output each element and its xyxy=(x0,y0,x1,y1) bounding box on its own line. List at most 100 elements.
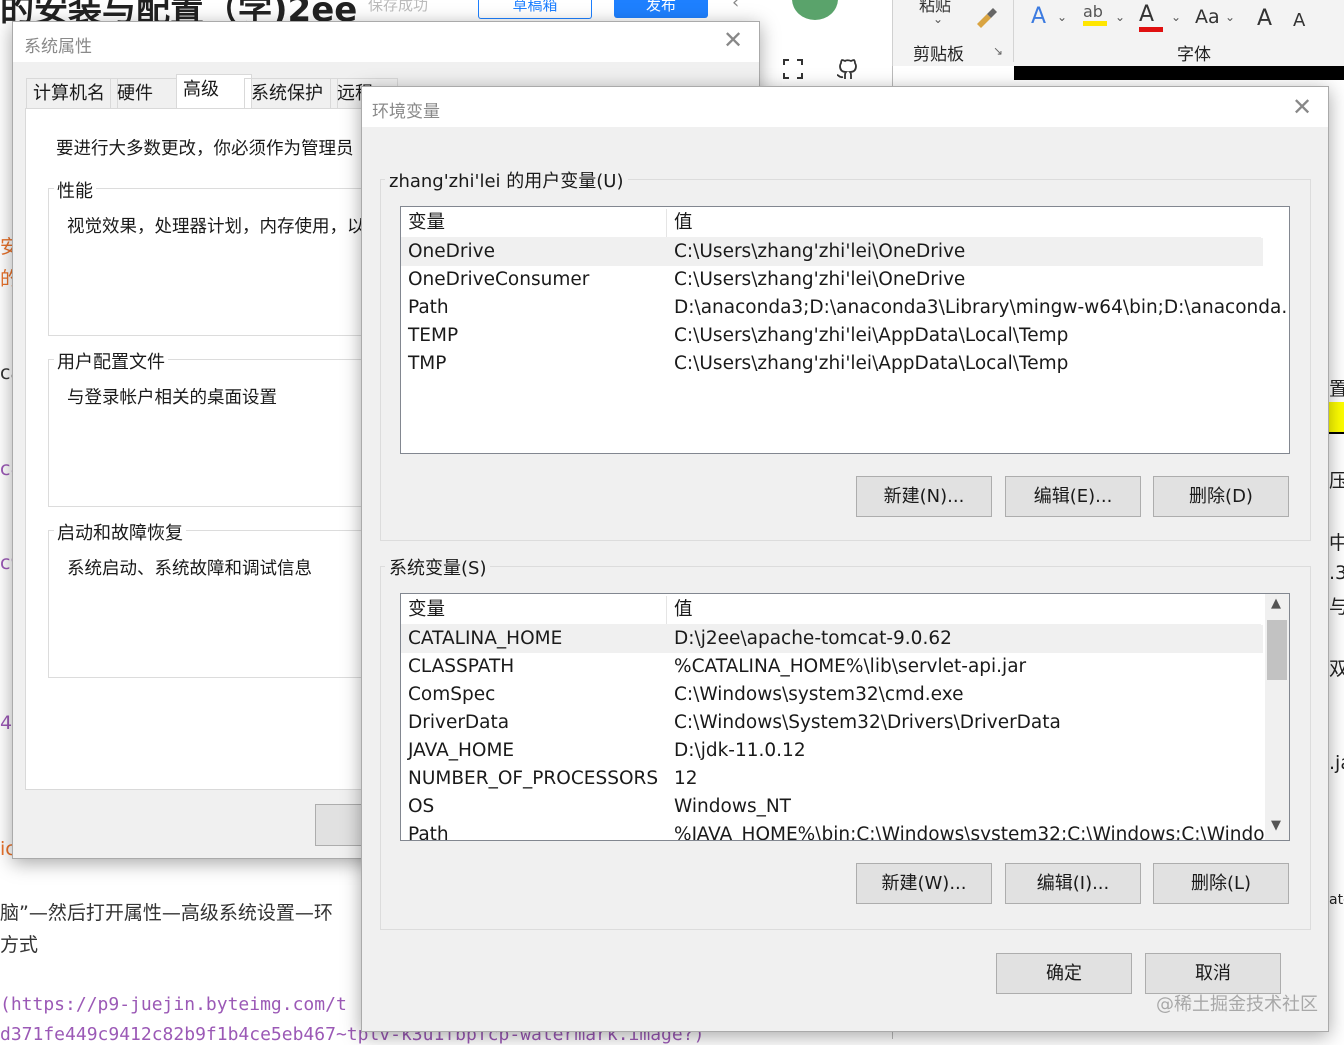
cancel-button[interactable]: 取消 xyxy=(1145,953,1281,994)
startup-recovery-description: 系统启动、系统故障和调试信息 xyxy=(67,559,312,579)
variable-name: TMP xyxy=(408,353,447,374)
chevron-down-icon[interactable]: ⌄ xyxy=(1115,10,1125,24)
system-variables-group-title: 系统变量(S) xyxy=(385,554,491,580)
highlight-icon[interactable]: ab xyxy=(1083,2,1107,26)
window-title: 环境变量 xyxy=(372,102,440,122)
text-effects-icon[interactable]: A xyxy=(1031,4,1046,29)
bg-fragment: .3 xyxy=(1329,562,1344,584)
draft-box-button[interactable]: 草稿箱 xyxy=(478,0,592,19)
variable-value: D:\j2ee\apache-tomcat-9.0.62 xyxy=(674,628,952,649)
bg-fragment: 置 xyxy=(1329,378,1344,400)
scroll-down-icon[interactable]: ▼ xyxy=(1271,818,1281,833)
ok-button[interactable]: 确定 xyxy=(996,953,1132,994)
user-profiles-description: 与登录帐户相关的桌面设置 xyxy=(67,388,277,408)
edit-system-variable-button[interactable]: 编辑(I)... xyxy=(1005,863,1141,904)
variable-name: JAVA_HOME xyxy=(408,740,515,761)
environment-variables-titlebar[interactable]: 环境变量 ✕ xyxy=(362,87,1328,127)
variable-value: C:\Users\zhang'zhi'lei\OneDrive xyxy=(674,241,966,262)
shrink-font-button[interactable]: A xyxy=(1293,10,1305,31)
list-header: 变量 值 xyxy=(401,209,1261,238)
variable-name: CLASSPATH xyxy=(408,656,515,677)
dialog-launcher-icon[interactable]: ↘ xyxy=(993,44,1003,58)
variable-value: %CATALINA_HOME%\lib\servlet-api.jar xyxy=(674,656,1027,677)
environment-variables-window: 环境变量 ✕ zhang'zhi'lei 的用户变量(U) 变量 值 OneDr… xyxy=(361,86,1329,1032)
window-title: 系统属性 xyxy=(24,37,92,57)
variable-name: OneDriveConsumer xyxy=(408,269,590,290)
watermark: @稀土掘金技术社区 xyxy=(1156,994,1318,1015)
user-variables-list[interactable]: 变量 值 OneDrive C:\Users\zhang'zhi'lei\One… xyxy=(400,206,1290,454)
vertical-scrollbar[interactable]: ▲ ▼ xyxy=(1265,594,1289,840)
variable-value: 12 xyxy=(674,768,698,789)
variable-name: Path xyxy=(408,297,449,318)
bg-fragment: 压 xyxy=(1329,470,1344,492)
chevron-down-icon[interactable]: ⌄ xyxy=(1225,10,1235,24)
column-header-value[interactable]: 值 xyxy=(674,209,693,237)
list-header: 变量 值 xyxy=(401,596,1261,625)
tab-advanced[interactable]: 高级 xyxy=(176,74,252,109)
chevron-down-icon[interactable]: ⌄ xyxy=(1171,10,1181,24)
variable-name: NUMBER_OF_PROCESSORS xyxy=(408,768,659,789)
variable-value: C:\Users\zhang'zhi'lei\AppData\Local\Tem… xyxy=(674,325,1069,346)
column-header-variable[interactable]: 变量 xyxy=(408,209,445,237)
performance-group-title: 性能 xyxy=(54,177,96,203)
performance-description: 视觉效果，处理器计划，内存使用，以 xyxy=(67,217,365,237)
change-case-button[interactable]: Aa xyxy=(1195,6,1220,28)
document-black-bar xyxy=(1014,66,1344,80)
variable-name: OS xyxy=(408,796,435,817)
scrollbar-thumb[interactable] xyxy=(1267,620,1287,680)
grow-font-button[interactable]: A xyxy=(1257,6,1272,31)
close-icon[interactable]: ✕ xyxy=(723,26,743,54)
bg-fragment: 中 xyxy=(1329,532,1344,554)
bg-fragment: 与 xyxy=(1329,596,1344,618)
user-variables-group-title: zhang'zhi'lei 的用户变量(U) xyxy=(385,167,628,193)
edit-user-variable-button[interactable]: 编辑(E)... xyxy=(1005,476,1141,517)
tab-system-protection[interactable]: 系统保护 xyxy=(244,78,338,109)
ribbon-divider xyxy=(1013,0,1014,62)
tab-hardware[interactable]: 硬件 xyxy=(110,78,184,109)
table-row[interactable]: OneDrive C:\Users\zhang'zhi'lei\OneDrive xyxy=(401,238,1263,266)
variable-value: %JAVA_HOME%\bin;C:\Windows\system32;C:\W… xyxy=(674,824,1265,841)
variable-value: C:\Users\zhang'zhi'lei\AppData\Local\Tem… xyxy=(674,353,1069,374)
variable-value: C:\Users\zhang'zhi'lei\OneDrive xyxy=(674,269,966,290)
article-text-line: 脑”—然后打开属性—高级系统设置—环 xyxy=(0,902,333,924)
delete-system-variable-button[interactable]: 删除(L) xyxy=(1153,863,1289,904)
article-link-line: (https://p9-juejin.byteimg.com/t xyxy=(0,994,347,1015)
variable-value: C:\Windows\system32\cmd.exe xyxy=(674,684,964,705)
close-icon[interactable]: ✕ xyxy=(1292,93,1312,121)
save-status: 保存成功 xyxy=(368,0,429,14)
chevron-down-icon[interactable]: ⌄ xyxy=(1057,10,1067,24)
font-color-icon[interactable]: A xyxy=(1139,2,1163,32)
new-system-variable-button[interactable]: 新建(W)... xyxy=(856,863,992,904)
font-group-label: 字体 xyxy=(1177,45,1211,65)
clipboard-group-label: 剪贴板 xyxy=(913,45,964,65)
system-properties-titlebar[interactable]: 系统属性 ✕ xyxy=(13,22,759,62)
github-icon[interactable] xyxy=(836,56,858,84)
column-divider xyxy=(666,209,667,237)
user-profiles-group-title: 用户配置文件 xyxy=(54,348,168,374)
publish-button[interactable]: 发布 xyxy=(614,0,708,18)
highlight-fragment xyxy=(1329,402,1344,434)
delete-user-variable-button[interactable]: 删除(D) xyxy=(1153,476,1289,517)
admin-notice: 要进行大多数更改，你必须作为管理员 xyxy=(56,139,354,159)
variable-name: Path xyxy=(408,824,449,841)
variable-value: D:\anaconda3;D:\anaconda3\Library\mingw-… xyxy=(674,297,1290,318)
bg-fragment: 双 xyxy=(1329,658,1344,680)
avatar[interactable] xyxy=(792,0,838,20)
column-header-value[interactable]: 值 xyxy=(674,596,693,624)
column-header-variable[interactable]: 变量 xyxy=(408,596,445,624)
chevron-left-icon[interactable]: ‹ xyxy=(732,0,739,13)
word-ribbon: 粘贴 ⌄ 剪贴板 ↘ A ⌄ ab ⌄ A ⌄ Aa ⌄ A A 字体 xyxy=(892,0,1344,66)
system-variables-list[interactable]: 变量 值 CATALINA_HOME D:\j2ee\apache-tomcat… xyxy=(400,593,1290,841)
variable-name: TEMP xyxy=(408,325,459,346)
scroll-up-icon[interactable]: ▲ xyxy=(1271,596,1281,611)
format-painter-icon[interactable] xyxy=(973,6,999,32)
tab-computer-name[interactable]: 计算机名 xyxy=(26,78,118,109)
table-row[interactable]: CATALINA_HOME D:\j2ee\apache-tomcat-9.0.… xyxy=(401,625,1263,653)
new-user-variable-button[interactable]: 新建(N)... xyxy=(856,476,992,517)
variable-value: C:\Windows\System32\Drivers\DriverData xyxy=(674,712,1061,733)
variable-value: D:\jdk-11.0.12 xyxy=(674,740,806,761)
fullscreen-icon[interactable] xyxy=(782,58,804,84)
startup-recovery-group-title: 启动和故障恢复 xyxy=(54,519,186,545)
chevron-down-icon[interactable]: ⌄ xyxy=(933,12,943,26)
variable-name: CATALINA_HOME xyxy=(408,628,563,649)
